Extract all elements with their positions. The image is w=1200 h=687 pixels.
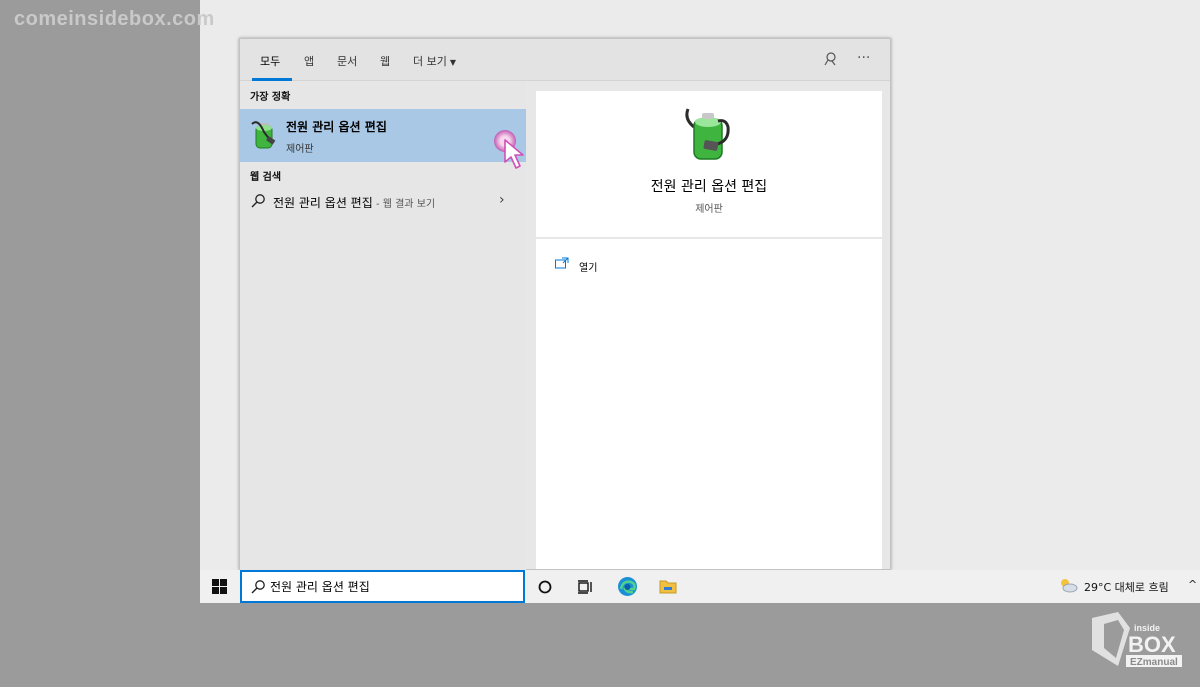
best-match-subtitle: 제어판	[286, 144, 314, 155]
battery-power-large-icon	[685, 108, 730, 160]
results-list: 가장 정확 전원 관리 옵션 편집 제어판 웹 검색 전원 관리 옵션 편집 -…	[240, 81, 526, 571]
detail-card: 전원 관리 옵션 편집 제어판	[536, 91, 882, 237]
logo-line2: BOX	[1128, 632, 1176, 657]
task-view-icon[interactable]	[577, 579, 593, 595]
tray-expand-icon[interactable]: ^	[1188, 578, 1197, 591]
best-match-heading: 가장 정확	[250, 92, 291, 103]
tab-documents[interactable]: 문서	[337, 53, 357, 69]
search-input[interactable]	[270, 572, 510, 601]
best-match-item[interactable]: 전원 관리 옵션 편집 제어판	[240, 109, 526, 162]
watermark-text: comeinsidebox.com	[14, 8, 215, 30]
open-action[interactable]: 열기	[579, 259, 597, 274]
detail-subtitle: 제어판	[695, 204, 723, 215]
tab-apps[interactable]: 앱	[304, 53, 314, 69]
detail-title: 전원 관리 옵션 편집	[650, 179, 768, 195]
search-icon	[251, 580, 265, 594]
chevron-right-icon[interactable]: ›	[499, 192, 505, 208]
tab-all[interactable]: 모두	[260, 53, 280, 69]
cortana-icon[interactable]	[538, 580, 552, 594]
search-icon	[251, 194, 265, 208]
taskbar: 29°C 대체로 흐림 ^	[200, 570, 1200, 603]
mouse-pointer-icon	[504, 139, 524, 169]
best-match-title: 전원 관리 옵션 편집	[286, 120, 387, 134]
detail-pane: 전원 관리 옵션 편집 제어판 열기	[536, 91, 882, 569]
web-result-query: 전원 관리 옵션 편집	[273, 196, 373, 210]
web-search-result[interactable]: 전원 관리 옵션 편집 - 웹 결과 보기 ›	[240, 189, 526, 217]
weather-cloudy-icon	[1061, 579, 1078, 593]
insidebox-logo: inside BOX EZmanual	[1092, 612, 1182, 668]
tab-web[interactable]: 웹	[380, 53, 390, 69]
logo-line3: EZmanual	[1130, 657, 1178, 668]
battery-power-icon	[251, 121, 276, 149]
web-search-heading: 웹 검색	[250, 172, 282, 183]
more-options-icon[interactable]: ···	[857, 50, 870, 66]
weather-text[interactable]: 29°C 대체로 흐림	[1084, 579, 1169, 595]
web-result-title: 전원 관리 옵션 편집 - 웹 결과 보기	[273, 194, 435, 211]
detail-actions: 열기	[536, 239, 882, 569]
tab-more-label: 더 보기	[413, 55, 447, 68]
feedback-icon[interactable]	[822, 51, 838, 71]
caret-down-icon: ▼	[449, 58, 457, 67]
taskbar-search-box[interactable]	[240, 570, 525, 603]
search-panel: 모두 앱 문서 웹 더 보기 ▼ ··· 가장 정확 전원 관리 옵션 편집 제어…	[239, 38, 891, 571]
edge-icon[interactable]	[617, 576, 638, 597]
web-result-suffix: - 웹 결과 보기	[372, 199, 436, 210]
open-icon	[555, 257, 569, 269]
tab-more[interactable]: 더 보기 ▼	[413, 53, 456, 69]
search-tab-bar: 모두 앱 문서 웹 더 보기 ▼ ···	[240, 39, 890, 81]
file-explorer-icon[interactable]	[659, 578, 677, 594]
windows-start-icon[interactable]	[212, 579, 227, 594]
